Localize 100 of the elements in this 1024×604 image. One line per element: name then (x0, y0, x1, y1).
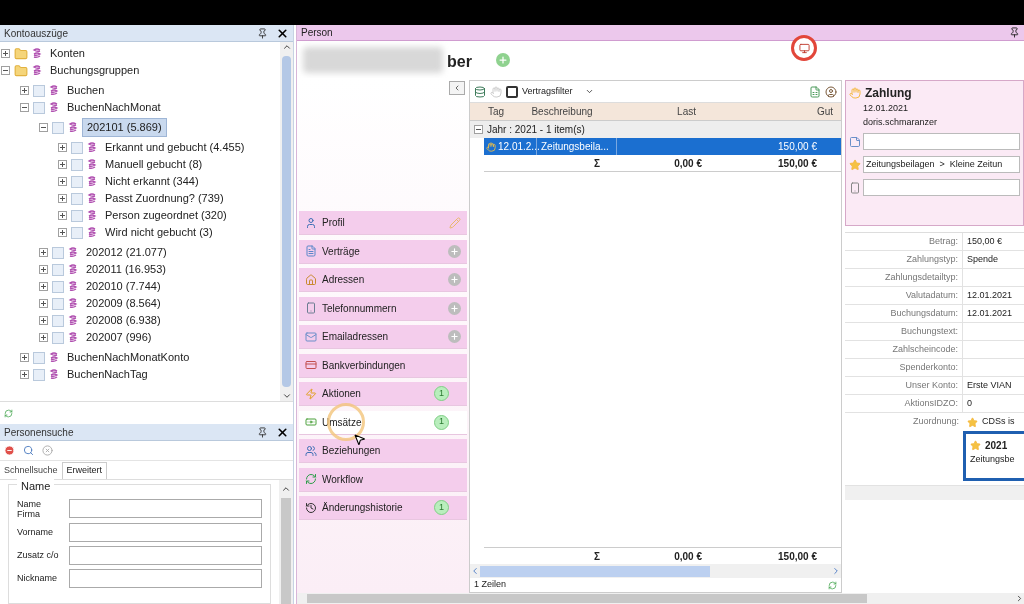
nav-item[interactable]: Umsätze 1 (299, 410, 467, 435)
nav-item[interactable]: Verträge (299, 239, 467, 264)
dropdown-icon[interactable] (584, 87, 594, 96)
table-row[interactable]: 12.01.2...Zeitungsbeila... 150,00 € (484, 138, 841, 155)
pin-icon[interactable] (257, 426, 268, 438)
add-icon[interactable] (495, 52, 510, 67)
checkbox[interactable] (33, 368, 45, 381)
tree-item[interactable]: Wird nicht gebucht (3) (101, 224, 217, 241)
tree-item[interactable]: Buchen (63, 82, 109, 99)
toggle-button[interactable] (449, 81, 465, 95)
checkbox[interactable] (71, 226, 83, 239)
filter-checkbox[interactable] (506, 85, 518, 98)
checkbox[interactable] (52, 263, 64, 276)
remove-icon[interactable] (4, 445, 15, 456)
checkbox[interactable] (71, 141, 83, 154)
add-icon[interactable] (448, 273, 461, 286)
nav-item[interactable]: Beziehungen (299, 439, 467, 463)
monitor-button[interactable] (791, 35, 817, 61)
input-field[interactable] (69, 499, 262, 518)
scroll-right-icon[interactable] (831, 566, 841, 576)
refresh-icon[interactable] (828, 580, 837, 590)
collapse-icon[interactable] (474, 125, 483, 134)
add-icon[interactable] (448, 301, 461, 315)
scroll-right-icon[interactable] (1015, 594, 1024, 603)
tree-item[interactable]: BuchenNachMonatKonto (63, 349, 194, 366)
tree-item[interactable]: 202007 (996) (82, 329, 156, 346)
tree-item[interactable]: Nicht erkannt (344) (101, 173, 203, 190)
tree-item[interactable]: 202101 (5.869) (82, 118, 167, 137)
tab[interactable]: Erweitert (61, 462, 108, 479)
checkbox[interactable] (71, 175, 83, 188)
input-field[interactable] (69, 522, 262, 542)
collapse-icon[interactable] (39, 123, 48, 132)
checkbox[interactable] (52, 121, 64, 134)
collapse-icon[interactable] (20, 103, 29, 112)
scrollbar[interactable] (280, 42, 293, 401)
scroll-up-icon[interactable] (281, 42, 292, 52)
nav-item[interactable]: Workflow (299, 467, 467, 492)
assignment-card[interactable]: 2021 Zeitungsbe (963, 431, 1024, 481)
clear-icon[interactable] (42, 445, 53, 456)
input-field[interactable] (69, 568, 262, 588)
expand-icon[interactable] (58, 211, 67, 220)
checkbox[interactable] (71, 158, 83, 171)
checkbox[interactable] (33, 84, 45, 97)
expand-icon[interactable] (20, 86, 29, 95)
tree-item[interactable]: BuchenNachTag (63, 366, 152, 383)
column-header[interactable]: Gut (704, 103, 841, 120)
tree-item[interactable]: Passt Zuordnung? (739) (101, 190, 228, 207)
collapse-icon[interactable] (1, 66, 10, 75)
expand-icon[interactable] (39, 299, 48, 308)
tree-item[interactable]: 202010 (7.744) (82, 278, 165, 295)
expand-icon[interactable] (58, 194, 67, 203)
add-icon[interactable] (448, 244, 461, 258)
expand-icon[interactable] (58, 160, 67, 169)
scroll-up-icon[interactable] (281, 484, 291, 494)
export-icon[interactable] (809, 85, 821, 98)
tab[interactable]: Schnellsuche (0, 462, 62, 479)
nav-item[interactable]: Änderungshistorie 1 (299, 496, 467, 520)
checkbox[interactable] (52, 331, 64, 344)
expand-icon[interactable] (58, 228, 67, 237)
nav-item[interactable]: Emailadressen (299, 325, 467, 349)
input-field[interactable] (863, 133, 1020, 150)
search-icon[interactable] (23, 445, 34, 456)
tree-item[interactable]: Buchungsgruppen (46, 62, 144, 79)
nav-item[interactable]: Aktionen 1 (299, 382, 467, 406)
expand-icon[interactable] (39, 248, 48, 257)
tree-item[interactable]: Manuell gebucht (8) (101, 156, 207, 173)
pin-icon[interactable] (1009, 27, 1020, 38)
scrollbar[interactable] (279, 480, 293, 604)
expand-icon[interactable] (20, 353, 29, 362)
edit-icon[interactable] (449, 216, 461, 229)
tree-item[interactable]: BuchenNachMonat (63, 99, 165, 116)
scroll-left-icon[interactable] (470, 566, 480, 576)
tree-item[interactable]: Person zugeordnet (320) (101, 207, 231, 224)
input-field[interactable]: Zeitungsbeilagen > Kleine Zeitun (863, 156, 1020, 173)
column-header[interactable]: Beschreibung (522, 103, 602, 120)
person-icon[interactable] (825, 85, 837, 98)
tree-item[interactable]: 202009 (8.564) (82, 295, 165, 312)
checkbox[interactable] (52, 314, 64, 327)
pin-icon[interactable] (257, 27, 268, 39)
checkbox[interactable] (33, 351, 45, 364)
input-field[interactable] (863, 179, 1020, 196)
checkbox[interactable] (52, 246, 64, 259)
tree-item[interactable]: 202011 (16.953) (82, 261, 170, 278)
expand-icon[interactable] (58, 143, 67, 152)
scroll-down-icon[interactable] (281, 391, 292, 401)
expand-icon[interactable] (58, 177, 67, 186)
tree-item[interactable]: Konten (46, 45, 89, 62)
close-icon[interactable] (276, 26, 289, 40)
checkbox[interactable] (52, 280, 64, 293)
tree-item[interactable]: 202008 (6.938) (82, 312, 165, 329)
nav-item[interactable]: Adressen (299, 268, 467, 292)
horizontal-scrollbar[interactable] (297, 593, 1024, 604)
nav-item[interactable]: Bankverbindungen (299, 353, 467, 378)
checkbox[interactable] (71, 192, 83, 205)
close-icon[interactable] (276, 425, 289, 439)
checkbox[interactable] (33, 101, 45, 114)
horizontal-scrollbar[interactable] (470, 564, 841, 578)
expand-icon[interactable] (1, 49, 10, 58)
refresh-icon[interactable] (4, 408, 13, 418)
nav-item[interactable]: Telefonnummern (299, 296, 467, 321)
